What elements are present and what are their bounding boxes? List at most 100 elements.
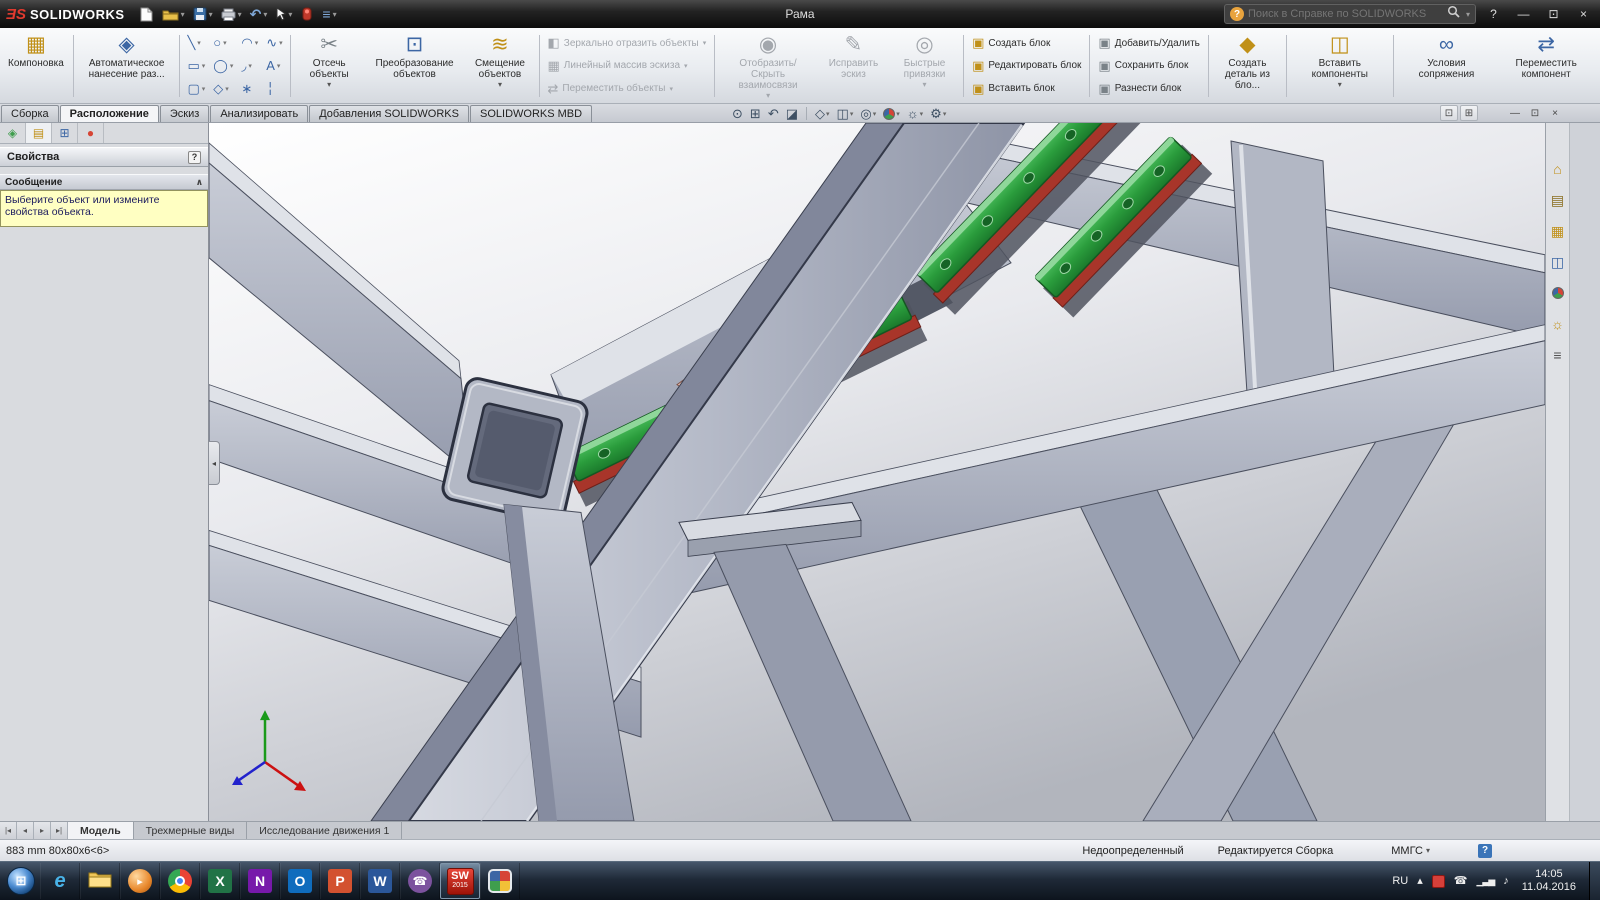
message-group-header[interactable]: Сообщение ∧ [0,174,208,190]
offset-entities-button[interactable]: ≋ Смещение объектов ▾ [464,30,535,102]
print-button[interactable]: ▾ [218,3,245,25]
panel-help-icon[interactable]: ? [188,150,201,164]
help-search-box[interactable]: ? ▾ [1224,4,1476,24]
custom-properties-button[interactable]: ≡ [1548,345,1568,365]
taskbar-file-explorer[interactable] [80,863,120,899]
view-palette-button[interactable]: ◫ [1548,252,1568,272]
open-document-button[interactable]: ▾ [159,3,188,25]
taskbar-outlook[interactable]: O [280,863,320,899]
quick-snaps-button[interactable]: ◎ Быстрые привязки ▾ [889,30,960,102]
trim-entities-button[interactable]: ✂ Отсечь объекты ▾ [294,30,365,102]
sketch-polygon-button[interactable]: ◇ ▾ [209,77,237,100]
zoom-to-fit-button[interactable]: ⊙ [730,106,745,122]
taskbar-word[interactable]: W [360,863,400,899]
explode-block-button[interactable]: ▣ Разнести блок [1095,81,1202,96]
units-selector[interactable]: ММГС ▾ [1391,845,1430,857]
tab-configurationmanager[interactable]: ⊞ [52,123,78,143]
layout-tool-button[interactable]: ▦ Компоновка [2,30,70,102]
design-library-button[interactable]: ▤ [1548,190,1568,210]
sketch-text-button[interactable]: А ▾ [262,55,286,78]
new-document-button[interactable] [137,3,157,25]
language-indicator[interactable]: RU [1392,875,1408,887]
taskbar-clock[interactable]: 14:05 11.04.2016 [1518,868,1580,894]
viewport-layout-icon[interactable]: ⊞ [1460,105,1478,121]
rebuild-button[interactable] [297,3,317,25]
status-help-button[interactable]: ? [1478,843,1492,858]
child-restore-button[interactable]: ⊡ [1526,105,1544,121]
minimize-button[interactable]: — [1511,4,1536,24]
previous-view-button[interactable]: ↶ [766,106,781,122]
appearances-button[interactable] [1548,283,1568,303]
tabs-first-button[interactable]: |◂ [0,822,17,839]
insert-block-button[interactable]: ▣ Вставить блок [969,81,1084,96]
tab-solidworks-mbd[interactable]: SOLIDWORKS MBD [470,105,593,122]
sketch-point-button[interactable]: ∗ [237,77,262,100]
taskbar-viber[interactable]: ☎ [400,863,440,899]
apply-scene-button[interactable]: ☼ ▾ [905,106,925,121]
cascade-windows-icon[interactable]: ⊡ [1440,105,1458,121]
help-button[interactable]: ? [1481,4,1506,24]
square-tube-end[interactable] [441,376,590,525]
mate-button[interactable]: ∞ Условия сопряжения [1397,30,1497,102]
start-button[interactable]: ⊞ [2,862,40,900]
taskbar-solidworks[interactable]: SW 2015 [440,863,480,899]
scenes-button[interactable]: ☼ [1548,314,1568,334]
taskbar-internet-explorer[interactable]: e [40,863,80,899]
tab-assembly[interactable]: Сборка [1,105,59,122]
convert-entities-button[interactable]: ⊡ Преобразование объектов [365,30,465,102]
sketch-rectangle-button[interactable]: ▭ ▾ [183,55,209,78]
tab-sketch[interactable]: Эскиз [159,105,210,122]
taskbar-media-player[interactable]: ▸ [120,863,160,899]
search-icon[interactable] [1447,5,1460,23]
tab-model[interactable]: Модель [68,822,134,839]
view-orientation-button[interactable]: ◇ ▾ [813,106,832,122]
tab-displaymanager[interactable]: ● [78,123,104,143]
move-component-button[interactable]: ⇄ Переместить компонент [1496,30,1596,102]
graphics-area[interactable]: ◂ [209,123,1545,821]
resources-home-button[interactable]: ⌂ [1548,159,1568,179]
zoom-to-area-button[interactable]: ⊞ [748,106,763,122]
display-style-button[interactable]: ◫ ▾ [835,106,856,122]
model-3d-view[interactable] [209,123,1545,821]
sketch-centerline-button[interactable]: ╎ [262,77,286,100]
make-block-button[interactable]: ▣ Создать блок [969,36,1084,50]
add-remove-button[interactable]: ▣ Добавить/Удалить [1095,36,1202,50]
autodimension-button[interactable]: ◈ Автоматическое нанесение раз... [77,30,177,102]
tab-propertymanager[interactable]: ▤ [26,123,52,143]
taskbar-excel[interactable]: X [200,863,240,899]
edit-block-button[interactable]: ▣ Редактировать блок [969,58,1084,73]
sketch-line-button[interactable]: ╲ ▾ [183,32,209,55]
options-button[interactable]: ≡ ▾ [319,3,339,25]
notification-badge-icon[interactable] [1431,874,1445,888]
move-entities-button[interactable]: ⇄ Переместить объекты ▾ [545,81,710,96]
tab-featuremanager[interactable]: ◈ [0,123,26,143]
tab-motion-study[interactable]: Исследование движения 1 [247,822,403,839]
taskbar-powerpoint[interactable]: P [320,863,360,899]
sketch-ellipse-button[interactable]: ◯ ▾ [209,55,237,78]
tab-layout[interactable]: Расположение [59,105,159,122]
linear-sketch-pattern-button[interactable]: ▦ Линейный массив эскиза ▾ [545,58,710,73]
undo-button[interactable]: ↶ ▾ [247,3,271,25]
view-settings-button[interactable]: ⚙ ▾ [928,106,948,122]
panel-collapse-handle[interactable]: ◂ [209,441,220,485]
repair-sketch-button[interactable]: ✎ Исправить эскиз [818,30,889,102]
tab-3d-views[interactable]: Трехмерные виды [133,822,248,839]
collapse-chevron-icon[interactable]: ∧ [196,177,203,188]
close-button[interactable]: × [1571,4,1596,24]
display-relations-button[interactable]: ◉ Отобразить/Скрыть взаимосвязи ▾ [718,30,818,102]
volume-icon[interactable]: ♪ [1503,875,1509,887]
sketch-fillet-button[interactable]: ◞ ▾ [237,55,262,78]
tabs-prev-button[interactable]: ◂ [17,822,34,839]
sketch-arc-button[interactable]: ◠ ▾ [237,32,262,55]
mirror-entities-button[interactable]: ◧ Зеркально отразить объекты ▾ [545,36,710,50]
tabs-next-button[interactable]: ▸ [34,822,51,839]
sketch-slot-button[interactable]: ▢ ▾ [183,77,209,100]
restore-button[interactable]: ⊡ [1541,4,1566,24]
sketch-spline-button[interactable]: ∿ ▾ [262,32,286,55]
help-search-input[interactable] [1248,8,1443,20]
child-minimize-button[interactable]: — [1506,105,1524,121]
insert-components-button[interactable]: ◫ Вставить компоненты ▾ [1290,30,1390,102]
taskbar-paint[interactable] [480,863,520,899]
save-button[interactable]: ▾ [190,3,216,25]
select-tool-button[interactable]: ▾ [272,3,295,25]
